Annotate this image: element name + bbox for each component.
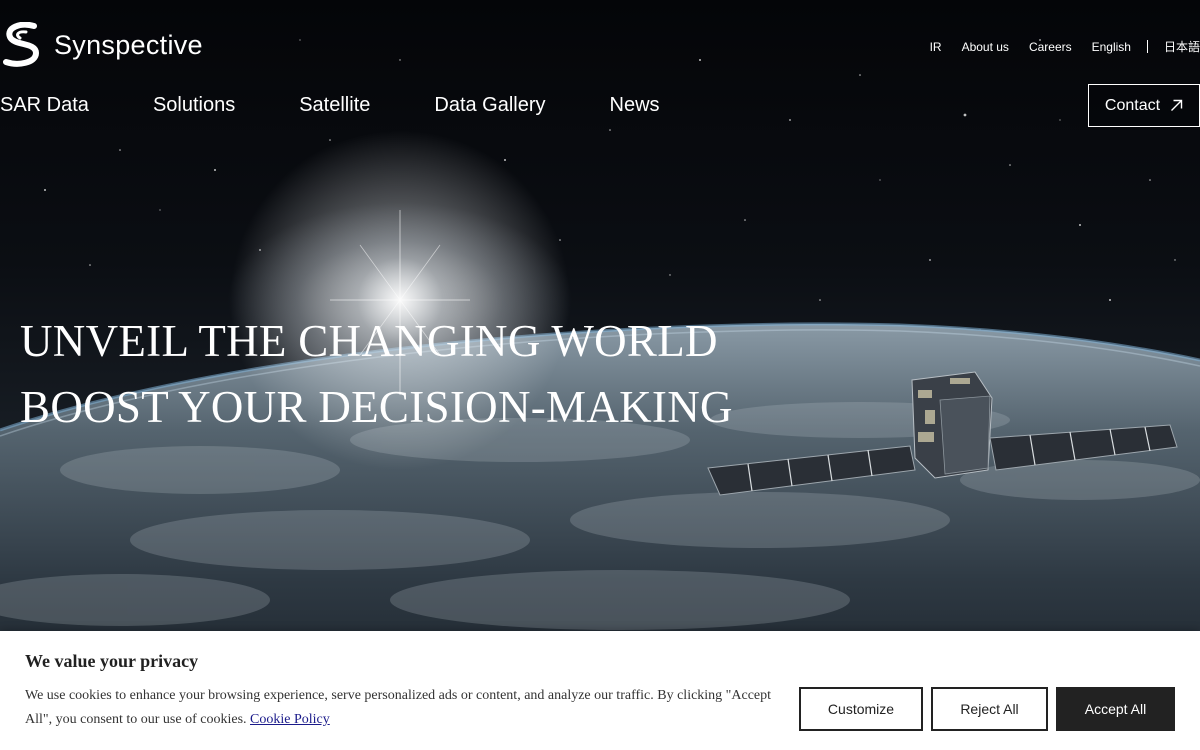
nav-item-data-gallery[interactable]: Data Gallery [434, 94, 545, 117]
brand-logo[interactable]: Synspective [0, 22, 203, 68]
main-nav: SAR Data Solutions Satellite Data Galler… [0, 94, 724, 117]
accept-all-button[interactable]: Accept All [1056, 687, 1175, 731]
hero-headline-line-1: UNVEIL THE CHANGING WORLD [20, 316, 718, 366]
utility-nav: IR About us Careers English 日本語 [910, 38, 1200, 55]
cookie-banner-text: We use cookies to enhance your browsing … [25, 684, 785, 732]
hero-headline: UNVEIL THE CHANGING WORLD BOOST YOUR DEC… [20, 308, 733, 440]
brand-name: Synspective [54, 29, 203, 60]
contact-button[interactable]: Contact [1088, 84, 1200, 127]
contact-label: Contact [1104, 96, 1161, 114]
language-japanese[interactable]: 日本語 [1164, 38, 1200, 55]
nav-item-news[interactable]: News [610, 94, 660, 117]
nav-item-solutions[interactable]: Solutions [153, 94, 235, 117]
cookie-banner-title: We value your privacy [25, 651, 199, 671]
nav-item-sar-data[interactable]: SAR Data [0, 94, 89, 117]
cookie-banner-description: We use cookies to enhance your browsing … [25, 688, 772, 727]
nav-link-careers[interactable]: Careers [1029, 40, 1072, 54]
cookie-consent-banner: We value your privacy We use cookies to … [0, 631, 1200, 750]
hero-headline-line-2: BOOST YOUR DECISION-MAKING [20, 382, 733, 432]
nav-link-about-us[interactable]: About us [962, 40, 1009, 54]
language-divider [1146, 40, 1148, 53]
reject-all-button[interactable]: Reject All [931, 687, 1048, 731]
arrow-up-right-icon [1171, 99, 1183, 111]
cookie-policy-link[interactable]: Cookie Policy [250, 712, 330, 727]
customize-button[interactable]: Customize [799, 687, 923, 731]
nav-link-ir[interactable]: IR [930, 40, 942, 54]
nav-item-satellite[interactable]: Satellite [299, 94, 370, 117]
synspective-logo-icon [3, 22, 40, 67]
language-english[interactable]: English [1092, 40, 1131, 54]
